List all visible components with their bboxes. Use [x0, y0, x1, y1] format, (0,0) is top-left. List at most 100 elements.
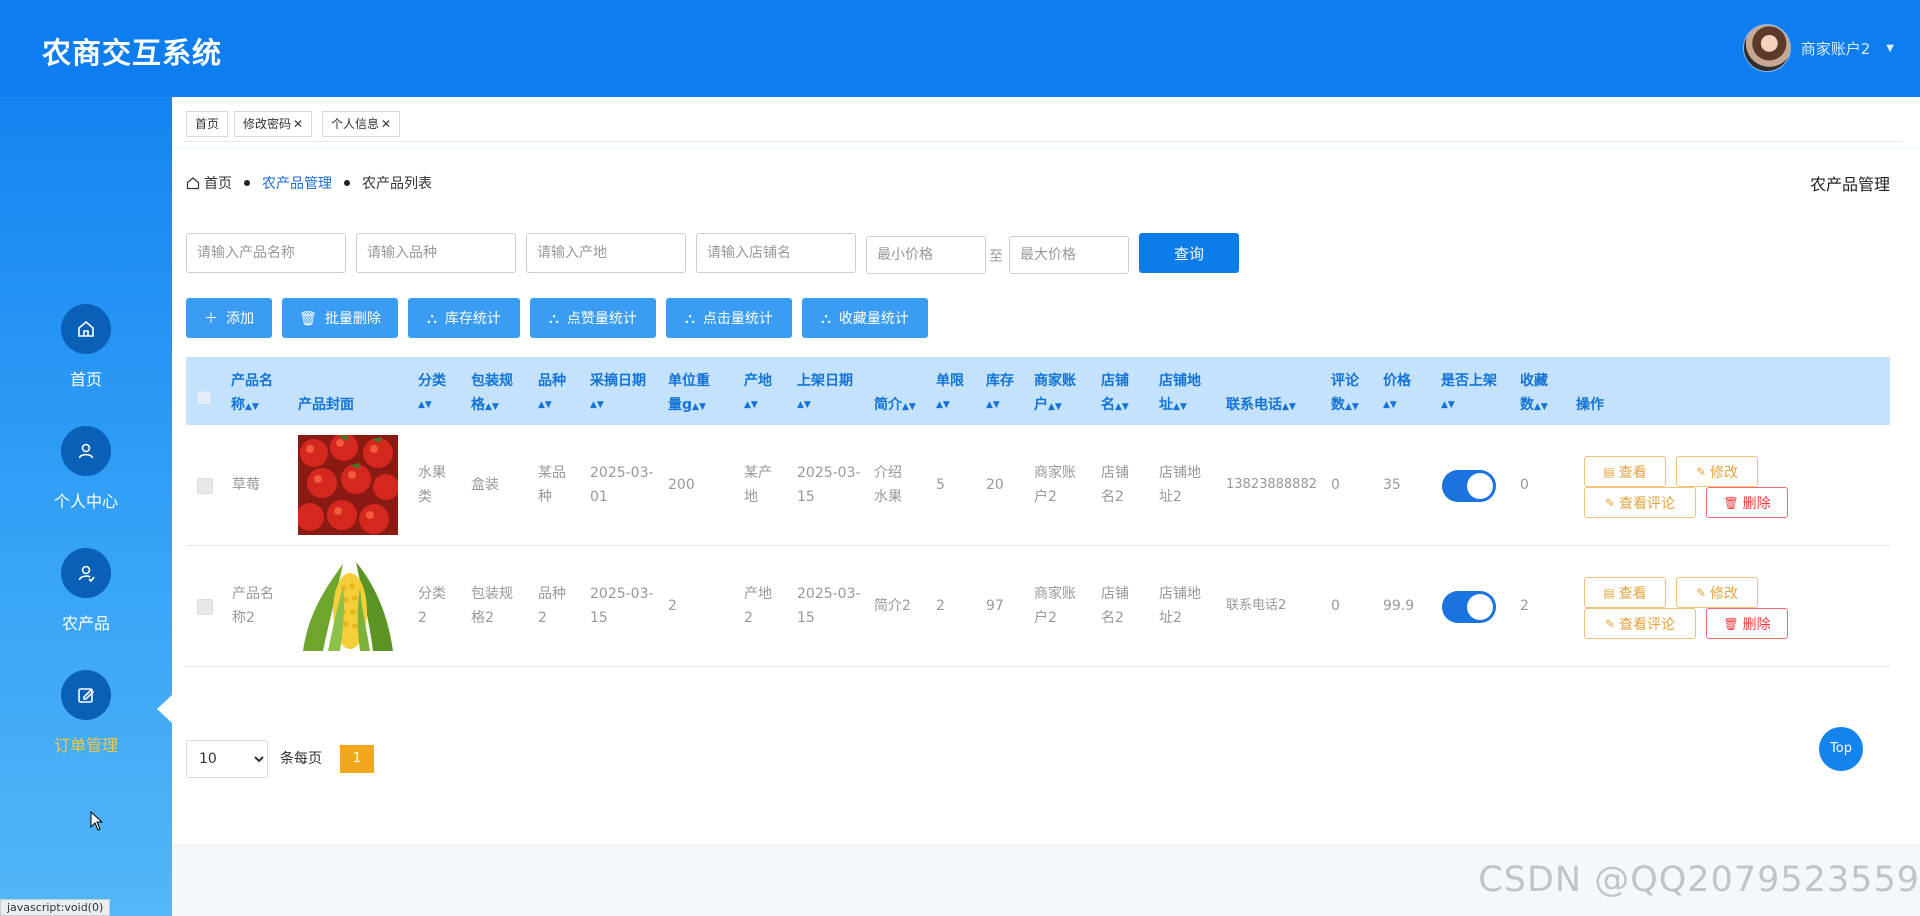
button-label: 删除: [1742, 495, 1771, 512]
view-button[interactable]: ▤ 查看: [1584, 577, 1666, 608]
col-header-name[interactable]: 产品名 称▲▼: [231, 369, 273, 419]
favorite-stats-button[interactable]: ⛬ 收藏量统计: [802, 298, 928, 338]
header-label: 店铺地: [1159, 373, 1201, 389]
product-cover-image: [298, 435, 398, 535]
col-header-shelf-date[interactable]: 上架日期 ▲▼: [797, 369, 853, 417]
toggle-knob: [1467, 473, 1493, 499]
col-header-shop-address[interactable]: 店铺地 址▲▼: [1159, 369, 1201, 419]
row-checkbox[interactable]: [197, 478, 213, 494]
button-label: 删除: [1742, 616, 1771, 633]
col-header-pick-date[interactable]: 采摘日期 ▲▼: [590, 369, 646, 417]
close-icon[interactable]: ✕: [381, 117, 391, 131]
delete-button[interactable]: 🗑 删除: [1706, 487, 1788, 518]
batch-delete-button[interactable]: 🗑 批量删除: [282, 298, 398, 338]
header-label: 上架日期: [797, 373, 853, 389]
page-button-current[interactable]: 1: [340, 745, 374, 773]
status-bar: javascript:void(0): [0, 899, 111, 916]
like-stats-button[interactable]: ⛬ 点赞量统计: [530, 298, 656, 338]
watermark: CSDN @QQ2079523559: [1478, 860, 1920, 900]
top-header: 农商交互系统 商家账户2 ▼: [0, 0, 1920, 97]
sort-icon: ▲▼: [1383, 400, 1397, 410]
sidebar-item-orders[interactable]: 订单管理: [0, 670, 172, 756]
tab-personal-info[interactable]: 个人信息 ✕: [322, 111, 401, 137]
on-shelf-toggle[interactable]: [1442, 591, 1496, 623]
row-checkbox[interactable]: [197, 599, 213, 615]
cell-text: 格2: [471, 610, 494, 626]
back-to-top-button[interactable]: Top: [1819, 727, 1863, 771]
tab-bar: 首页 修改密码 ✕ 个人信息 ✕: [172, 97, 1920, 147]
query-button[interactable]: 查询: [1139, 233, 1239, 273]
stats-icon: ⛬: [427, 309, 437, 326]
user-menu[interactable]: 商家账户2 ▼: [1742, 24, 1894, 72]
sort-icon: ▲▼: [1115, 402, 1129, 412]
tab-home[interactable]: 首页: [186, 111, 229, 137]
max-price-input[interactable]: [1009, 236, 1129, 274]
col-header-merchant[interactable]: 商家账 户▲▼: [1034, 369, 1076, 419]
col-header-variety[interactable]: 品种 ▲▼: [538, 369, 566, 417]
variety-input[interactable]: [356, 233, 516, 273]
col-header-price[interactable]: 价格 ▲▼: [1383, 369, 1411, 417]
view-comments-button[interactable]: ✎ 查看评论: [1584, 608, 1696, 639]
cell-text: 店铺: [1101, 465, 1129, 481]
avatar: [1742, 24, 1791, 72]
sidebar-item-products[interactable]: 农产品: [0, 548, 172, 634]
sidebar-item-label: 首页: [69, 370, 102, 389]
close-icon[interactable]: ✕: [293, 117, 303, 131]
stock-stats-button[interactable]: ⛬ 库存统计: [408, 298, 520, 338]
cell-text: 商家账: [1034, 586, 1076, 602]
col-header-package[interactable]: 包装规 格▲▼: [471, 369, 513, 419]
col-header-on-shelf[interactable]: 是否上架 ▲▼: [1441, 369, 1497, 417]
breadcrumb-home[interactable]: 首页: [204, 173, 232, 193]
delete-button[interactable]: 🗑 删除: [1706, 608, 1788, 639]
col-header-favorites[interactable]: 收藏 数▲▼: [1520, 369, 1548, 419]
cell-text: 户2: [1034, 489, 1057, 505]
add-button[interactable]: ＋ 添加: [186, 298, 272, 338]
min-price-input[interactable]: [866, 236, 986, 274]
cell-text: 名2: [1101, 610, 1124, 626]
cell-comments: 0: [1331, 477, 1340, 493]
edit-button[interactable]: ✎ 修改: [1676, 577, 1758, 608]
cell-intro: 简介2: [874, 598, 911, 614]
sort-icon: ▲▼: [590, 400, 604, 410]
cell-text: 介绍: [874, 465, 902, 481]
product-cover-image: [298, 556, 398, 656]
cell-limit: 2: [936, 598, 945, 614]
col-header-phone[interactable]: 联系电话▲▼: [1226, 393, 1296, 419]
product-name-input[interactable]: [186, 233, 346, 273]
select-all-checkbox[interactable]: [197, 391, 211, 405]
col-header-stock[interactable]: 库存 ▲▼: [986, 369, 1014, 417]
cell-unit-weight: 200: [668, 477, 695, 493]
view-button[interactable]: ▤ 查看: [1584, 456, 1666, 487]
sort-icon: ▲▼: [1048, 402, 1062, 412]
sidebar-item-home[interactable]: 首页: [0, 304, 172, 390]
shop-name-input[interactable]: [696, 233, 856, 273]
col-header-unit-weight[interactable]: 单位重 量g▲▼: [668, 369, 710, 419]
cell-favorites: 2: [1520, 598, 1529, 614]
header-label: 评论: [1331, 373, 1359, 389]
page-size-select[interactable]: 10: [186, 740, 268, 778]
button-label: 点赞量统计: [566, 310, 637, 326]
cell-shelf-date: 2025-03- 15: [797, 461, 861, 509]
col-header-origin[interactable]: 产地 ▲▼: [744, 369, 772, 417]
breadcrumb-section[interactable]: 农产品管理: [262, 173, 332, 193]
col-header-limit[interactable]: 单限 ▲▼: [936, 369, 964, 417]
col-header-intro[interactable]: 简介▲▼: [874, 393, 916, 419]
sidebar-item-label: 农产品: [61, 614, 110, 633]
header-label: 简介: [874, 397, 902, 413]
cell-text: 店铺: [1101, 586, 1129, 602]
col-header-shop[interactable]: 店铺 名▲▼: [1101, 369, 1129, 419]
sidebar-item-profile[interactable]: 个人中心: [0, 426, 172, 512]
origin-input[interactable]: [526, 233, 686, 273]
click-stats-button[interactable]: ⛬ 点击量统计: [666, 298, 792, 338]
col-header-category[interactable]: 分类 ▲▼: [418, 369, 446, 417]
on-shelf-toggle[interactable]: [1442, 470, 1496, 502]
breadcrumb-separator: [244, 180, 250, 186]
cell-text: 某品: [538, 465, 566, 481]
stats-icon: ⛬: [549, 309, 559, 326]
cell-text: 2025-03-: [590, 586, 654, 602]
button-label: 查看: [1618, 585, 1647, 602]
col-header-comments[interactable]: 评论 数▲▼: [1331, 369, 1359, 419]
tab-change-password[interactable]: 修改密码 ✕: [234, 111, 313, 137]
edit-button[interactable]: ✎ 修改: [1676, 456, 1758, 487]
view-comments-button[interactable]: ✎ 查看评论: [1584, 487, 1696, 518]
